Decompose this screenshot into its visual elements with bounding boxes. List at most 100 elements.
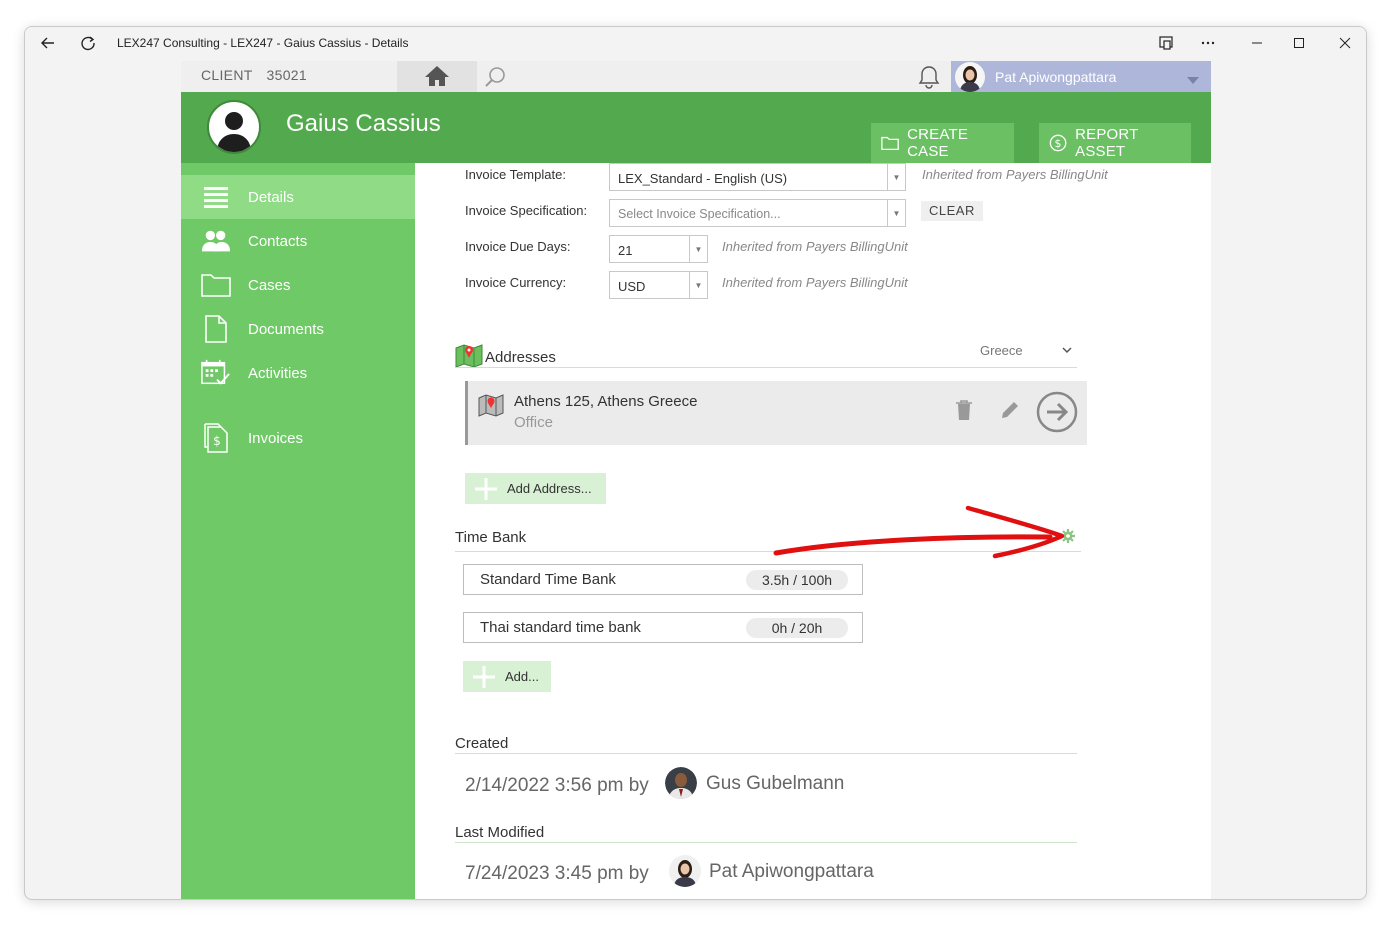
invoice-template-label: Invoice Template: bbox=[465, 167, 566, 182]
time-bank-divider bbox=[455, 551, 1081, 552]
address-line: Athens 125, Athens Greece bbox=[514, 393, 698, 410]
creator-avatar bbox=[665, 767, 697, 799]
report-asset-button[interactable]: $ REPORT ASSET bbox=[1039, 123, 1191, 163]
addresses-title: Addresses bbox=[485, 349, 556, 366]
home-area bbox=[397, 61, 477, 92]
dropdown-arrow-icon: ▼ bbox=[689, 236, 707, 262]
sidebar-item-label: Documents bbox=[248, 320, 324, 338]
plus-icon bbox=[475, 477, 497, 500]
sidebar-item-label: Invoices bbox=[248, 429, 304, 447]
app-window: LEX247 Consulting - LEX247 - Gaius Cassi… bbox=[24, 26, 1367, 900]
invoice-icon: $ bbox=[201, 423, 231, 453]
invoice-currency-select[interactable]: USD ▼ bbox=[609, 271, 708, 299]
modified-divider bbox=[455, 842, 1077, 843]
window-title: LEX247 Consulting - LEX247 - Gaius Cassi… bbox=[117, 36, 409, 50]
time-bank-usage: 3.5h / 100h bbox=[746, 570, 848, 590]
details-content: Invoice Template: LEX_Standard - English… bbox=[415, 163, 1211, 899]
created-date: 2/14/2022 3:56 pm by bbox=[465, 775, 649, 796]
sidebar: Details Contacts Cases Documents Activit… bbox=[181, 163, 415, 899]
bell-icon[interactable] bbox=[917, 64, 941, 95]
add-time-bank-label: Add... bbox=[505, 669, 539, 684]
app-surface: CLIENT 35021 Pat Apiwongpattara Gaius Ca… bbox=[181, 61, 1211, 899]
invoice-due-value: 21 bbox=[618, 243, 633, 258]
create-case-label: CREATE CASE bbox=[907, 126, 969, 160]
sidebar-item-cases[interactable]: Cases bbox=[181, 263, 415, 307]
invoice-spec-select[interactable]: Select Invoice Specification... ▼ bbox=[609, 199, 906, 227]
sidebar-item-label: Contacts bbox=[248, 232, 308, 250]
time-bank-usage: 0h / 20h bbox=[746, 618, 848, 638]
list-icon bbox=[201, 182, 231, 212]
top-bar: CLIENT 35021 Pat Apiwongpattara bbox=[181, 61, 1211, 92]
user-name: Pat Apiwongpattara bbox=[995, 69, 1117, 85]
modifier-name: Pat Apiwongpattara bbox=[709, 861, 874, 882]
invoice-currency-value: USD bbox=[618, 279, 646, 294]
modified-title: Last Modified bbox=[455, 824, 545, 841]
create-case-button[interactable]: CREATE CASE bbox=[871, 123, 1014, 163]
invoice-template-select[interactable]: LEX_Standard - English (US) ▼ bbox=[609, 163, 906, 191]
sidebar-item-invoices[interactable]: $ Invoices bbox=[181, 416, 415, 460]
invoice-due-select[interactable]: 21 ▼ bbox=[609, 235, 708, 263]
addresses-divider bbox=[455, 367, 1077, 368]
time-bank-title: Time Bank bbox=[455, 529, 527, 546]
time-bank-row[interactable]: Standard Time Bank 3.5h / 100h bbox=[463, 564, 863, 595]
dropdown-arrow-icon: ▼ bbox=[887, 164, 905, 190]
close-icon[interactable] bbox=[1325, 27, 1365, 59]
chevron-down-icon bbox=[1062, 347, 1072, 354]
client-name: Gaius Cassius bbox=[286, 110, 441, 137]
invoice-currency-hint: Inherited from Payers BillingUnit bbox=[722, 275, 908, 290]
search-icon[interactable] bbox=[483, 65, 507, 94]
sidebar-item-label: Cases bbox=[248, 276, 291, 294]
more-icon[interactable] bbox=[1193, 27, 1223, 59]
sidebar-item-activities[interactable]: Activities bbox=[181, 351, 415, 395]
sidebar-item-contacts[interactable]: Contacts bbox=[181, 219, 415, 263]
address-card[interactable]: Athens 125, Athens Greece Office bbox=[465, 381, 1087, 445]
arrow-right-circle-icon[interactable] bbox=[1036, 391, 1078, 438]
client-label-text: CLIENT bbox=[201, 67, 253, 83]
sidebar-item-details[interactable]: Details bbox=[181, 175, 415, 219]
refresh-icon[interactable] bbox=[73, 27, 103, 59]
invoice-currency-label: Invoice Currency: bbox=[465, 275, 567, 290]
time-bank-name: Standard Time Bank bbox=[480, 571, 616, 588]
invoice-template-value: LEX_Standard - English (US) bbox=[618, 171, 788, 186]
sidebar-item-documents[interactable]: Documents bbox=[181, 307, 415, 351]
time-bank-row[interactable]: Thai standard time bank 0h / 20h bbox=[463, 612, 863, 643]
creator-name: Gus Gubelmann bbox=[706, 773, 845, 794]
country-filter-select[interactable]: Greece bbox=[980, 343, 1076, 363]
client-header: Gaius Cassius CREATE CASE $ REPORT ASSET bbox=[181, 92, 1211, 163]
report-asset-label: REPORT ASSET bbox=[1075, 126, 1139, 160]
map-icon bbox=[455, 343, 483, 374]
chevron-down-icon bbox=[1187, 72, 1199, 90]
modifier-avatar bbox=[669, 855, 701, 887]
gear-icon[interactable] bbox=[1061, 529, 1075, 548]
clear-button[interactable]: CLEAR bbox=[921, 201, 983, 221]
folder-icon bbox=[881, 136, 899, 150]
user-avatar bbox=[955, 62, 985, 92]
back-icon[interactable] bbox=[33, 27, 63, 59]
created-title: Created bbox=[455, 735, 509, 752]
invoice-template-hint: Inherited from Payers BillingUnit bbox=[922, 167, 1108, 182]
user-menu[interactable]: Pat Apiwongpattara bbox=[951, 61, 1211, 92]
invoice-due-label: Invoice Due Days: bbox=[465, 239, 571, 254]
map-pin-icon bbox=[478, 393, 504, 424]
dropdown-arrow-icon: ▼ bbox=[689, 272, 707, 298]
folder-icon bbox=[201, 270, 231, 300]
people-icon bbox=[201, 226, 231, 256]
invoice-spec-label: Invoice Specification: bbox=[465, 203, 588, 218]
created-divider bbox=[455, 753, 1077, 754]
home-icon[interactable] bbox=[423, 64, 451, 93]
modified-date: 7/24/2023 3:45 pm by bbox=[465, 863, 649, 884]
minimize-icon[interactable] bbox=[1237, 27, 1277, 59]
invoice-due-hint: Inherited from Payers BillingUnit bbox=[722, 239, 908, 254]
add-time-bank-button[interactable]: Add... bbox=[463, 661, 551, 692]
country-filter-value: Greece bbox=[980, 343, 1023, 358]
client-avatar bbox=[207, 100, 261, 154]
maximize-icon[interactable] bbox=[1279, 27, 1319, 59]
add-address-button[interactable]: Add Address... bbox=[465, 473, 606, 504]
plus-icon bbox=[473, 665, 495, 688]
client-id: 35021 bbox=[266, 67, 307, 83]
cast-icon[interactable] bbox=[1151, 27, 1181, 59]
time-bank-name: Thai standard time bank bbox=[480, 619, 641, 636]
edit-icon[interactable] bbox=[1000, 400, 1020, 425]
delete-icon[interactable] bbox=[955, 399, 973, 426]
svg-text:$: $ bbox=[213, 434, 221, 448]
